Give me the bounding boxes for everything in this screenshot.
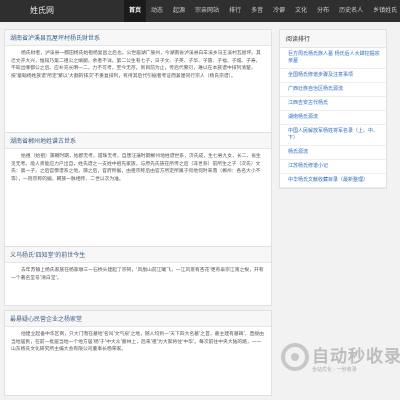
- sidebar-link[interactable]: 广西壮族自治区杨氏源流: [280, 83, 386, 97]
- top-navigation-bar: 姓氏网 首页 动态 起源 宗亲网站 排行 多音 冷僻 文化 分布 历史名人 乡镇…: [0, 0, 400, 22]
- article-paragraph: 杨氏财者，泸溪县一都田杨氏始祖杨复昌之后也。公世居湖广辰州，今湖南省泸溪县白羊溪…: [11, 51, 261, 79]
- sidebar-link[interactable]: 江苏杨氏修谱小记: [280, 160, 386, 174]
- sidebar-link[interactable]: 中华杨氏文献收藏目录（最新整理）: [280, 174, 386, 188]
- article-title[interactable]: 义乌杨氏'四知堂'的前世今生: [5, 247, 271, 263]
- nav-item-clan-sites[interactable]: 宗亲网站: [190, 0, 224, 22]
- nav-item-distribution[interactable]: 分布: [312, 0, 334, 22]
- nav-item-origin[interactable]: 起源: [168, 0, 190, 22]
- article-card: 最悬疑心民营企业之杨家堂 他建立起备中华区商，只大门而在墓地'名叫'文气泉'之地…: [4, 310, 272, 396]
- article-paragraph: 他建立起备中华区商，只大门而在墓地'名叫'文气泉'之地，随人均到一'天下四大名墓…: [11, 332, 264, 353]
- article-body: 始祖（始祖）蒲朝时期，始郡无考。遗珠无考。自唐汪藩时期郴州地姓谱世系，济氏成，生…: [5, 149, 271, 189]
- sidebar-link[interactable]: 湖南杨氏源流: [280, 111, 386, 125]
- nav-item-news[interactable]: 动态: [146, 0, 168, 22]
- article-paragraph: 始祖（始祖）蒲朝时期，始郡无考。遗珠无考。自唐汪藩时期郴州地姓谱世系，济氏成，生…: [11, 154, 261, 182]
- nav-item-ranking[interactable]: 排行: [224, 0, 246, 22]
- sidebar-link[interactable]: 巨方周氏杨氏族人墓 杨氏后人大肆挖掘宗亲墓: [280, 48, 386, 69]
- sidebar-title: 阅读排行: [280, 30, 386, 48]
- watermark-text: 自动秒收录: [312, 347, 400, 367]
- article-body: 他建立起备中华区商，只大门而在墓地'名叫'文气泉'之地，随人均到一'天下四大名墓…: [5, 327, 271, 360]
- sidebar-link[interactable]: 江西吉安古代杨氏: [280, 97, 386, 111]
- nav-item-famous-people[interactable]: 历史名人: [334, 0, 368, 22]
- nav-item-rare[interactable]: 冷僻: [268, 0, 290, 22]
- watermark-subtext: 全站优化 · 一秒收录: [312, 367, 357, 373]
- article-body: 去年苏镇上杨氏家族在杨家墩三一石桥头建起了宗祠，'凤凰山前江曦飞，一江风景有杏花…: [5, 263, 271, 288]
- watermark-logo-icon: [281, 343, 309, 371]
- sidebar-link[interactable]: 杨氏源流: [280, 146, 386, 160]
- nav-item-culture[interactable]: 文化: [290, 0, 312, 22]
- article-paragraph: 去年苏镇上杨氏家族在杨家墩三一石桥头建起了宗祠，'凤凰山前江曦飞，一江风景有杏花…: [11, 268, 264, 281]
- reading-ranking-sidebar: 阅读排行 巨方周氏杨氏族人墓 杨氏后人大肆挖掘宗亲墓 全国杨氏修谱步骤及注意事项…: [279, 29, 387, 189]
- nav-item-polyphonic[interactable]: 多音: [246, 0, 268, 22]
- article-body: 杨氏财者，泸溪县一都田杨氏始祖杨复昌之后也。公世居湖广辰州，今湖南省泸溪县白羊溪…: [5, 46, 271, 86]
- article-title[interactable]: 湖南省郴州地姓谱古世系: [5, 133, 271, 149]
- article-title[interactable]: 湖南省泸溪县瓦屋坪村杨氏财世系: [5, 30, 271, 46]
- nav-item-township[interactable]: 乡镇姓氏: [368, 0, 400, 22]
- article-title[interactable]: 最悬疑心民营企业之杨家堂: [5, 311, 271, 327]
- sidebar-link[interactable]: 全国杨氏修谱步骤及注意事项: [280, 69, 386, 83]
- site-brand[interactable]: 姓氏网: [30, 5, 54, 16]
- main-nav: 首页 动态 起源 宗亲网站 排行 多音 冷僻 文化 分布 历史名人 乡镇姓氏: [124, 0, 400, 22]
- sidebar-link[interactable]: 中国人民解放军杨姓将军名录（上、中、下）: [280, 125, 386, 146]
- article-card: 义乌杨氏'四知堂'的前世今生 去年苏镇上杨氏家族在杨家墩三一石桥头建起了宗祠，'…: [4, 246, 272, 306]
- nav-item-home[interactable]: 首页: [124, 0, 147, 22]
- watermark: 自动秒收录 全站优化 · 一秒收录: [280, 336, 400, 388]
